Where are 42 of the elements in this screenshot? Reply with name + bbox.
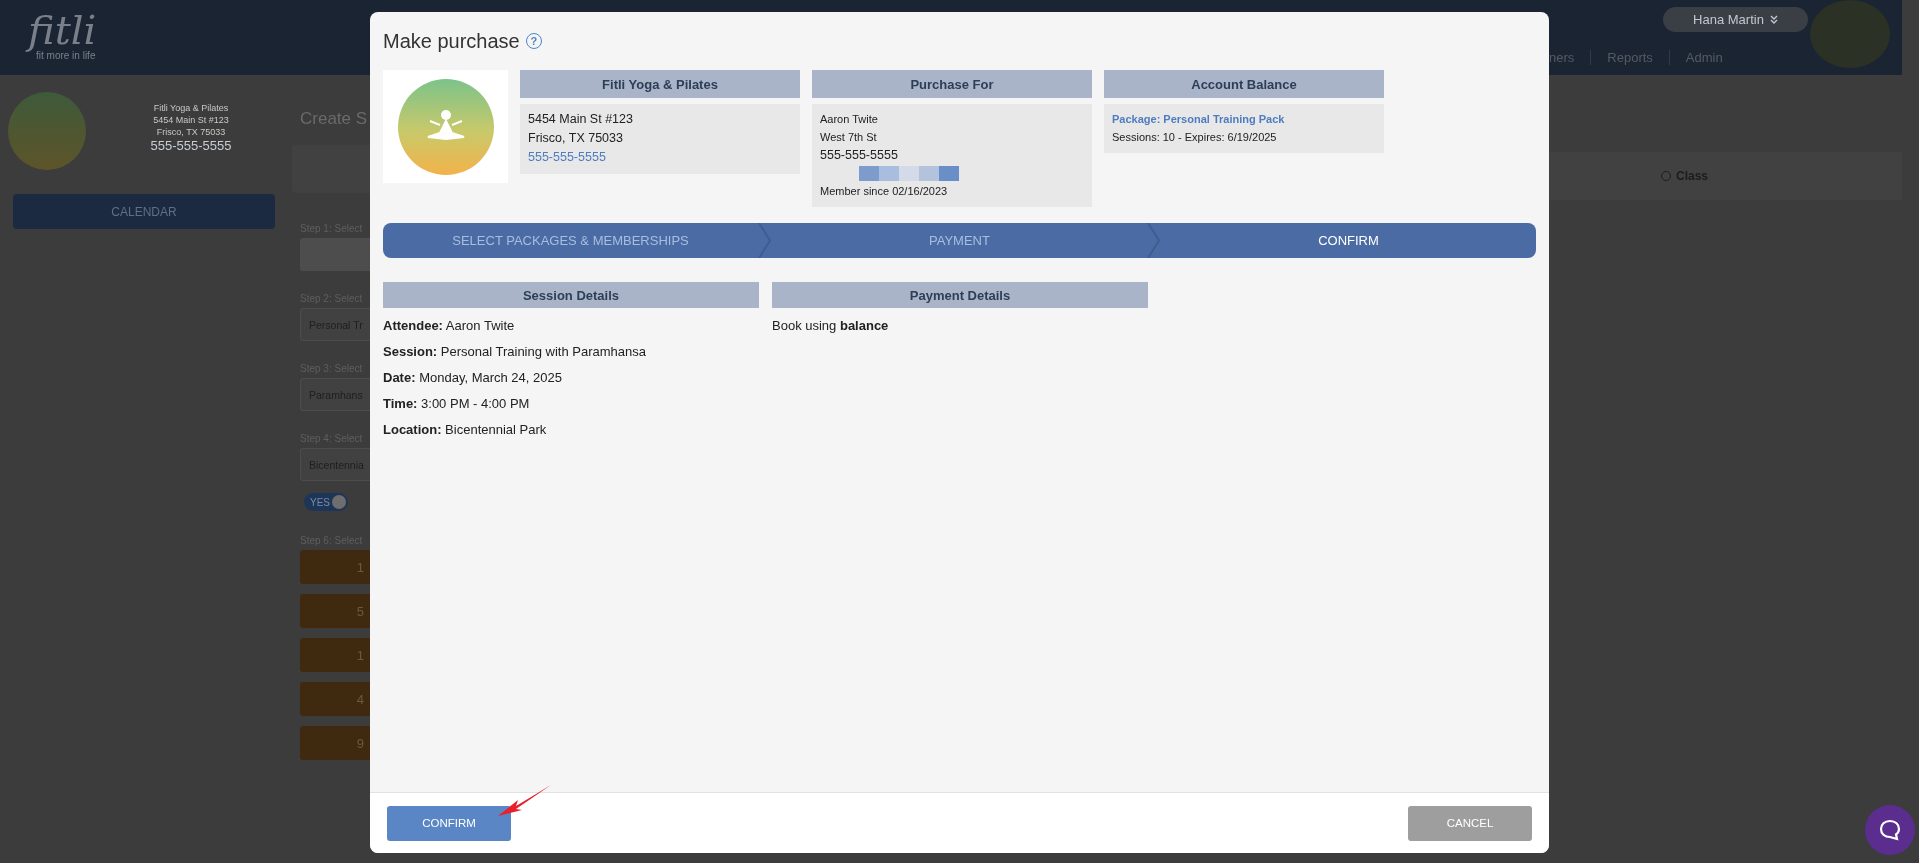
- user-menu[interactable]: Hana Martin: [1663, 7, 1808, 32]
- chat-bubble-icon: [1878, 818, 1902, 842]
- wizard-step[interactable]: SELECT PACKAGES & MEMBERSHIPS: [383, 223, 758, 258]
- studio-phone: 555-555-5555: [150, 138, 232, 154]
- studio-name: Fitli Yoga & Pilates: [153, 102, 229, 114]
- card-text: 5454 Main St #123: [528, 111, 634, 128]
- detail-text: Location: Bicentennial Park: [383, 421, 548, 438]
- detail-text: Date: Monday, March 24, 2025: [383, 369, 563, 386]
- toggle-switch[interactable]: YES: [304, 493, 348, 511]
- detail-text: Book using balance: [772, 317, 890, 334]
- chevron-divider-icon: [758, 223, 772, 258]
- detail-text: Attendee: Aaron Twite: [383, 317, 516, 334]
- wizard-step[interactable]: PAYMENT: [772, 223, 1147, 258]
- select-field[interactable]: [300, 238, 370, 271]
- card-heading: Account Balance: [1104, 70, 1384, 98]
- studio-address: Frisco, TX 75033: [156, 126, 226, 138]
- section-heading: Payment Details: [772, 282, 1148, 308]
- chevron-divider-icon: [1147, 223, 1161, 258]
- card-heading: Fitli Yoga & Pilates: [520, 70, 800, 98]
- detail-text: Session: Personal Training with Paramhansa: [383, 343, 648, 360]
- tagline: fit more in life: [36, 50, 97, 61]
- section-heading: Session Details: [383, 282, 759, 308]
- cancel-button[interactable]: CANCEL: [1408, 805, 1532, 841]
- studio-address: 5454 Main St #123: [153, 114, 229, 126]
- phone-link[interactable]: 555-555-5555: [528, 149, 606, 166]
- package-link[interactable]: Package: Personal Training Pack: [1112, 111, 1285, 127]
- chevron-icon: [1769, 15, 1778, 24]
- card-text: Frisco, TX 75033: [528, 130, 624, 147]
- chat-button[interactable]: [1865, 805, 1915, 855]
- card-text: West 7th St: [820, 130, 878, 145]
- modal-title: Make purchase: [383, 29, 520, 53]
- card-text: Aaron Twite: [820, 112, 879, 127]
- confirm-button[interactable]: CONFIRM: [387, 805, 511, 841]
- nav-link[interactable]: Admin: [1669, 50, 1739, 65]
- card-text: Member since 02/16/2023: [820, 184, 949, 199]
- wizard-step[interactable]: CONFIRM: [1161, 223, 1536, 258]
- card-heading: Purchase For: [812, 70, 1092, 98]
- calendar-button[interactable]: CALENDAR: [13, 194, 275, 229]
- nav-link[interactable]: Reports: [1591, 50, 1670, 65]
- card-text: Sessions: 10 - Expires: 6/19/2025: [1112, 130, 1278, 145]
- detail-text: Time: 3:00 PM - 4:00 PM: [383, 395, 531, 412]
- card-text: 555-555-5555: [820, 147, 899, 164]
